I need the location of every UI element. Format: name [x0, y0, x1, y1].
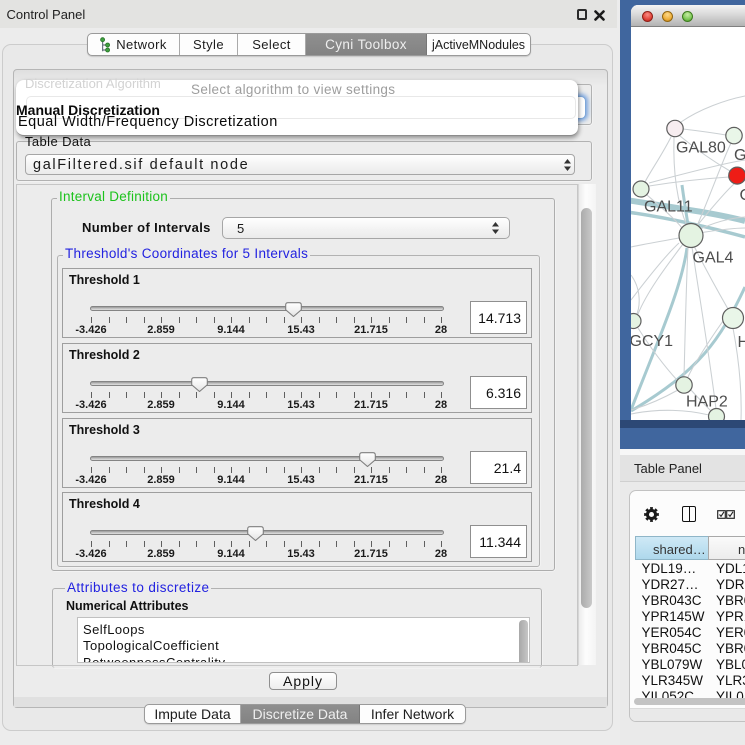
svg-text:GAL11: GAL11: [644, 199, 693, 216]
svg-text:H: H: [738, 334, 745, 351]
svg-text:GAL: GAL: [734, 147, 745, 164]
svg-text:GCY1: GCY1: [631, 333, 673, 350]
svg-text:GAL80: GAL80: [676, 140, 726, 157]
svg-text:C1: C1: [740, 187, 745, 204]
svg-text:HAP2: HAP2: [686, 394, 728, 411]
svg-text:GAL4: GAL4: [693, 250, 734, 267]
